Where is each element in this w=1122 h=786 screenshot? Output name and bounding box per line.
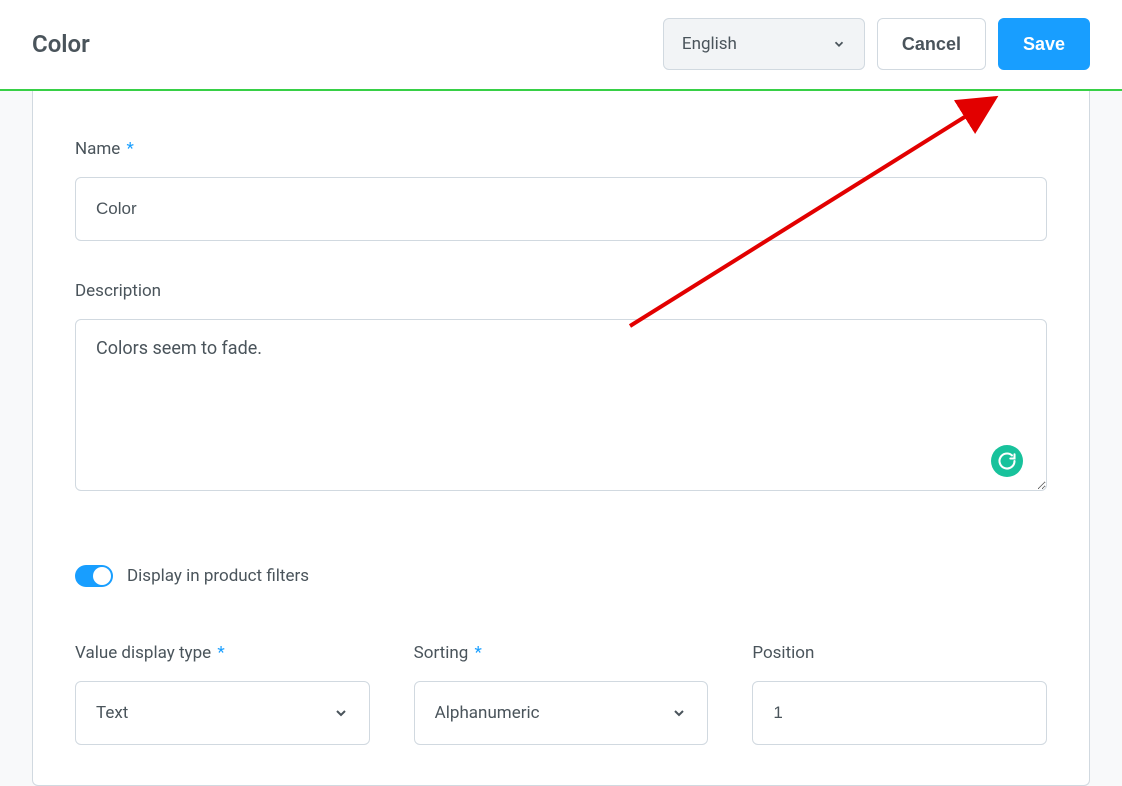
position-group: Position: [752, 643, 1047, 745]
name-label-text: Name: [75, 139, 120, 159]
sorting-label-text: Sorting: [414, 643, 469, 663]
value-display-type-label-text: Value display type: [75, 643, 211, 663]
value-display-type-select[interactable]: Text: [75, 681, 370, 745]
value-display-type-label: Value display type *: [75, 643, 370, 663]
required-mark: *: [217, 643, 224, 663]
sorting-group: Sorting * Alphanumeric: [414, 643, 709, 745]
name-input[interactable]: [75, 177, 1047, 241]
position-input[interactable]: [752, 681, 1047, 745]
name-label: Name *: [75, 139, 1047, 159]
bottom-fields-row: Value display type * Text Sorting * Alph…: [75, 643, 1047, 745]
description-field-group: Description: [75, 281, 1047, 495]
chevron-down-icon: [832, 37, 846, 51]
display-in-filters-label: Display in product filters: [127, 566, 309, 586]
position-label: Position: [752, 643, 1047, 663]
sorting-label: Sorting *: [414, 643, 709, 663]
page-title: Color: [32, 30, 90, 58]
sorting-value: Alphanumeric: [435, 703, 540, 723]
cancel-button[interactable]: Cancel: [877, 18, 986, 70]
display-in-filters-row: Display in product filters: [75, 565, 1047, 587]
display-in-filters-toggle[interactable]: [75, 565, 113, 587]
value-display-type-group: Value display type * Text: [75, 643, 370, 745]
language-select[interactable]: English: [663, 18, 865, 70]
language-select-value: English: [682, 34, 737, 54]
chevron-down-icon: [333, 705, 349, 721]
header-actions: English Cancel Save: [663, 18, 1090, 70]
description-textarea[interactable]: [75, 319, 1047, 491]
value-display-type-value: Text: [96, 703, 128, 723]
required-mark: *: [127, 139, 134, 159]
description-label: Description: [75, 281, 1047, 301]
toggle-knob: [93, 567, 111, 585]
sorting-select[interactable]: Alphanumeric: [414, 681, 709, 745]
required-mark: *: [475, 643, 482, 663]
form-card: Name * Description Display in product fi…: [32, 91, 1090, 786]
page-header: Color English Cancel Save: [0, 0, 1122, 89]
name-field-group: Name *: [75, 139, 1047, 241]
grammarly-icon[interactable]: [991, 445, 1023, 477]
save-button[interactable]: Save: [998, 18, 1090, 70]
chevron-down-icon: [671, 705, 687, 721]
